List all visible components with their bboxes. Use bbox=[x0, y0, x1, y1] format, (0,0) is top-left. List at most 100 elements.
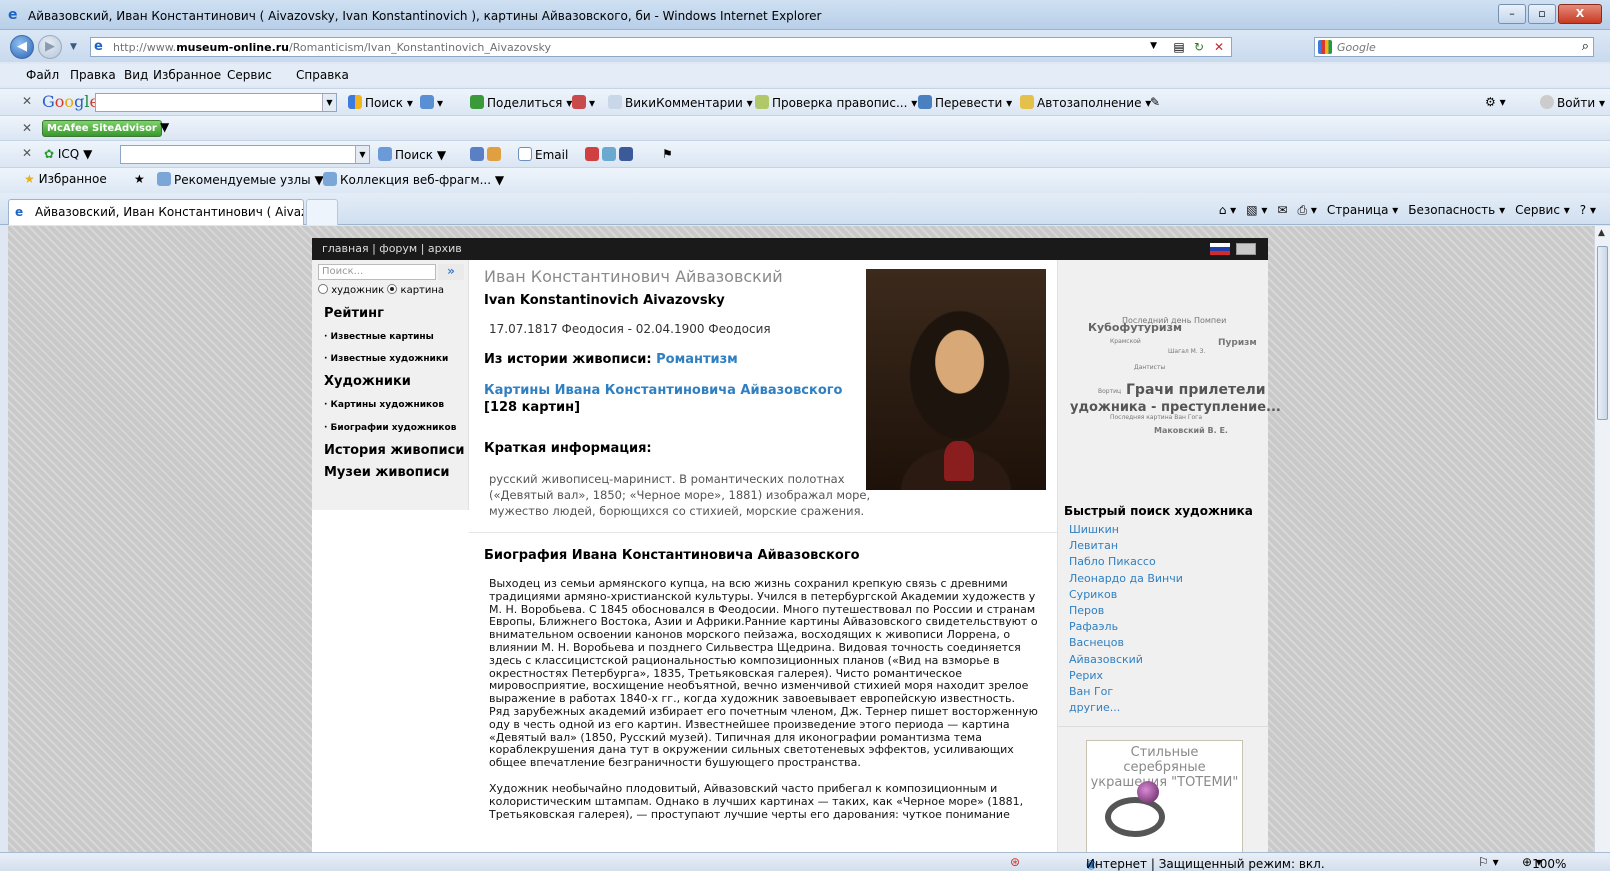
wiki-comments-button[interactable]: ВикиКомментарии ▾ bbox=[608, 95, 753, 110]
print-icon[interactable]: ⎙ ▾ bbox=[1297, 203, 1316, 218]
quick-artist-link[interactable]: Айвазовский bbox=[1069, 652, 1183, 668]
menu-favorites[interactable]: Избранное bbox=[153, 68, 221, 82]
icq-search-input[interactable]: ▼ bbox=[120, 145, 370, 164]
safety-menu[interactable]: Безопасность ▾ bbox=[1408, 203, 1505, 218]
menu-view[interactable]: Вид bbox=[124, 68, 148, 82]
help-icon[interactable]: ? ▾ bbox=[1580, 203, 1596, 218]
radio-painting[interactable] bbox=[387, 284, 398, 294]
page-menu[interactable]: Страница ▾ bbox=[1327, 203, 1398, 218]
search-icon[interactable]: ⌕ bbox=[1582, 39, 1589, 54]
nav-rating[interactable]: Рейтинг bbox=[324, 306, 384, 321]
site-search-button[interactable]: » bbox=[438, 264, 464, 280]
nav-famous-paintings[interactable]: · Известные картины bbox=[324, 332, 434, 342]
home-icon[interactable]: ⌂ ▾ bbox=[1219, 203, 1236, 218]
address-bar[interactable]: e http://www.museum-online.ru/Romanticis… bbox=[90, 37, 1232, 57]
quick-artist-link[interactable]: Шишкин bbox=[1069, 522, 1183, 538]
paintings-link[interactable]: Картины Ивана Константиновича Айвазовско… bbox=[484, 383, 842, 398]
new-tab-button[interactable] bbox=[306, 199, 338, 225]
quick-artist-link[interactable]: Васнецов bbox=[1069, 635, 1183, 651]
tag-cloud-item[interactable]: Последняя картина Ван Гога bbox=[1110, 414, 1202, 421]
search-box[interactable]: Google ⌕ bbox=[1314, 37, 1594, 57]
scroll-thumb[interactable] bbox=[1597, 246, 1608, 420]
favorite-item-recommended[interactable]: Рекомендуемые узлы ▼ bbox=[157, 172, 324, 187]
address-dropdown-icon[interactable]: ▼ bbox=[1150, 41, 1157, 51]
close-toolbar-icon[interactable]: ✕ bbox=[22, 94, 32, 108]
quick-artist-link[interactable]: Рафаэль bbox=[1069, 619, 1183, 635]
menu-edit[interactable]: Правка bbox=[70, 68, 116, 82]
history-dropdown-icon[interactable]: ▼ bbox=[70, 42, 77, 52]
icq-button[interactable]: ✿ ICQ ▼ bbox=[44, 147, 92, 161]
chevron-down-icon[interactable]: ▼ bbox=[355, 146, 369, 163]
highlight-icon[interactable]: ✎ bbox=[1150, 95, 1160, 109]
tag-cloud-item[interactable]: Маковский В. Е. bbox=[1154, 426, 1228, 435]
scroll-up-icon[interactable]: ▲ bbox=[1598, 228, 1605, 238]
nav-artists-paintings[interactable]: · Картины художников bbox=[324, 400, 444, 410]
favorites-button[interactable]: ★ Избранное bbox=[24, 172, 107, 186]
quick-artist-link[interactable]: Рерих bbox=[1069, 668, 1183, 684]
jewelry-ad-banner[interactable]: Стильные серебряные украшения "ТОТЕМИ" bbox=[1086, 740, 1243, 852]
autofill-button[interactable]: Автозаполнение ▾ bbox=[1020, 95, 1151, 110]
tag-cloud-item[interactable]: удожника - преступление... bbox=[1070, 400, 1281, 415]
mail-icon[interactable]: ✉ bbox=[1277, 203, 1287, 218]
nav-history[interactable]: История живописи bbox=[324, 443, 464, 458]
quick-artist-link[interactable]: Леонардо да Винчи bbox=[1069, 571, 1183, 587]
forward-button[interactable]: ▶ bbox=[38, 35, 62, 59]
quick-artist-link[interactable]: Перов bbox=[1069, 603, 1183, 619]
puzzle-button[interactable]: ▾ bbox=[420, 95, 443, 110]
url-text[interactable]: http://www.museum-online.ru/Romanticism/… bbox=[113, 41, 551, 54]
tab-active[interactable]: e Айвазовский, Иван Константинович ( Aiv… bbox=[8, 199, 304, 225]
chevron-down-icon[interactable]: ▼ bbox=[322, 94, 336, 111]
tag-cloud-item[interactable]: Крамской bbox=[1110, 338, 1141, 345]
flag-en-icon[interactable] bbox=[1236, 243, 1256, 255]
nav-famous-artists[interactable]: · Известные художники bbox=[324, 354, 448, 364]
tag-cloud-item[interactable]: Грачи прилетели bbox=[1126, 382, 1266, 398]
security-icon[interactable]: ⚐ ▾ bbox=[1478, 855, 1499, 869]
tag-cloud-item[interactable]: Кубофутуризм bbox=[1088, 321, 1182, 334]
popup-blocker-button[interactable]: ▾ bbox=[572, 95, 595, 110]
compatibility-icon[interactable]: ▤ bbox=[1171, 39, 1187, 55]
minimize-button[interactable]: – bbox=[1498, 4, 1526, 24]
tag-cloud-item[interactable]: Дантисты bbox=[1134, 364, 1165, 371]
google-search-input[interactable]: ▼ bbox=[95, 93, 337, 112]
radio-artist[interactable] bbox=[318, 284, 328, 294]
tag-cloud-item[interactable]: Пуризм bbox=[1218, 338, 1257, 348]
flag-ru-icon[interactable] bbox=[1210, 243, 1230, 255]
quick-artist-link[interactable]: другие... bbox=[1069, 700, 1183, 716]
settings-wrench-icon[interactable]: ⚙ ▾ bbox=[1485, 95, 1506, 109]
feeds-icon[interactable]: ▧ ▾ bbox=[1246, 203, 1267, 218]
privacy-icon[interactable]: ⊛ bbox=[1010, 855, 1020, 869]
tools-menu[interactable]: Сервис ▾ bbox=[1515, 203, 1570, 218]
translate-button[interactable]: Перевести ▾ bbox=[918, 95, 1012, 110]
chevron-down-icon[interactable]: ▼ bbox=[160, 120, 169, 134]
favorite-item-webslices[interactable]: Коллекция веб-фрагм... ▼ bbox=[323, 172, 504, 187]
stop-icon[interactable]: ✕ bbox=[1211, 39, 1227, 55]
back-button[interactable]: ◀ bbox=[10, 35, 34, 59]
menu-tools[interactable]: Сервис bbox=[227, 68, 272, 82]
icq-tools-icons[interactable] bbox=[470, 147, 504, 162]
refresh-icon[interactable]: ↻ bbox=[1191, 39, 1207, 55]
spellcheck-button[interactable]: Проверка правопис... ▾ bbox=[755, 95, 917, 110]
artist-portrait[interactable] bbox=[866, 269, 1046, 490]
nav-artists-bios[interactable]: · Биографии художников bbox=[324, 423, 456, 433]
login-button[interactable]: Войти ▾ bbox=[1540, 95, 1605, 110]
maximize-button[interactable]: ▫ bbox=[1528, 4, 1556, 24]
email-button[interactable]: Email bbox=[518, 147, 568, 162]
romanticism-link[interactable]: Романтизм bbox=[656, 352, 738, 367]
quick-artist-link[interactable]: Пабло Пикассо bbox=[1069, 554, 1183, 570]
close-button[interactable]: X bbox=[1558, 4, 1602, 24]
icq-search-button[interactable]: Поиск ▼ bbox=[378, 147, 446, 162]
menu-help[interactable]: Справка bbox=[296, 68, 349, 82]
add-favorite-icon[interactable]: ★ bbox=[134, 172, 145, 186]
nav-artists[interactable]: Художники bbox=[324, 374, 411, 389]
close-toolbar-icon[interactable]: ✕ bbox=[22, 121, 32, 135]
quick-artist-link[interactable]: Ван Гог bbox=[1069, 684, 1183, 700]
site-search-input[interactable]: Поиск... bbox=[318, 264, 436, 280]
top-nav-links[interactable]: главная | форум | архив bbox=[322, 242, 462, 255]
share-button[interactable]: Поделиться ▾ bbox=[470, 95, 572, 110]
mcafee-siteadvisor-button[interactable]: McAfee SiteAdvisor bbox=[42, 120, 162, 137]
zoom-control[interactable]: ⊕ 100% ▾ bbox=[1522, 855, 1566, 871]
tag-cloud-item[interactable]: Вортиц bbox=[1098, 388, 1121, 395]
vertical-scrollbar[interactable]: ▲ bbox=[1594, 226, 1610, 852]
google-search-button[interactable]: Поиск ▾ bbox=[348, 95, 413, 110]
nav-museums[interactable]: Музеи живописи bbox=[324, 465, 450, 480]
